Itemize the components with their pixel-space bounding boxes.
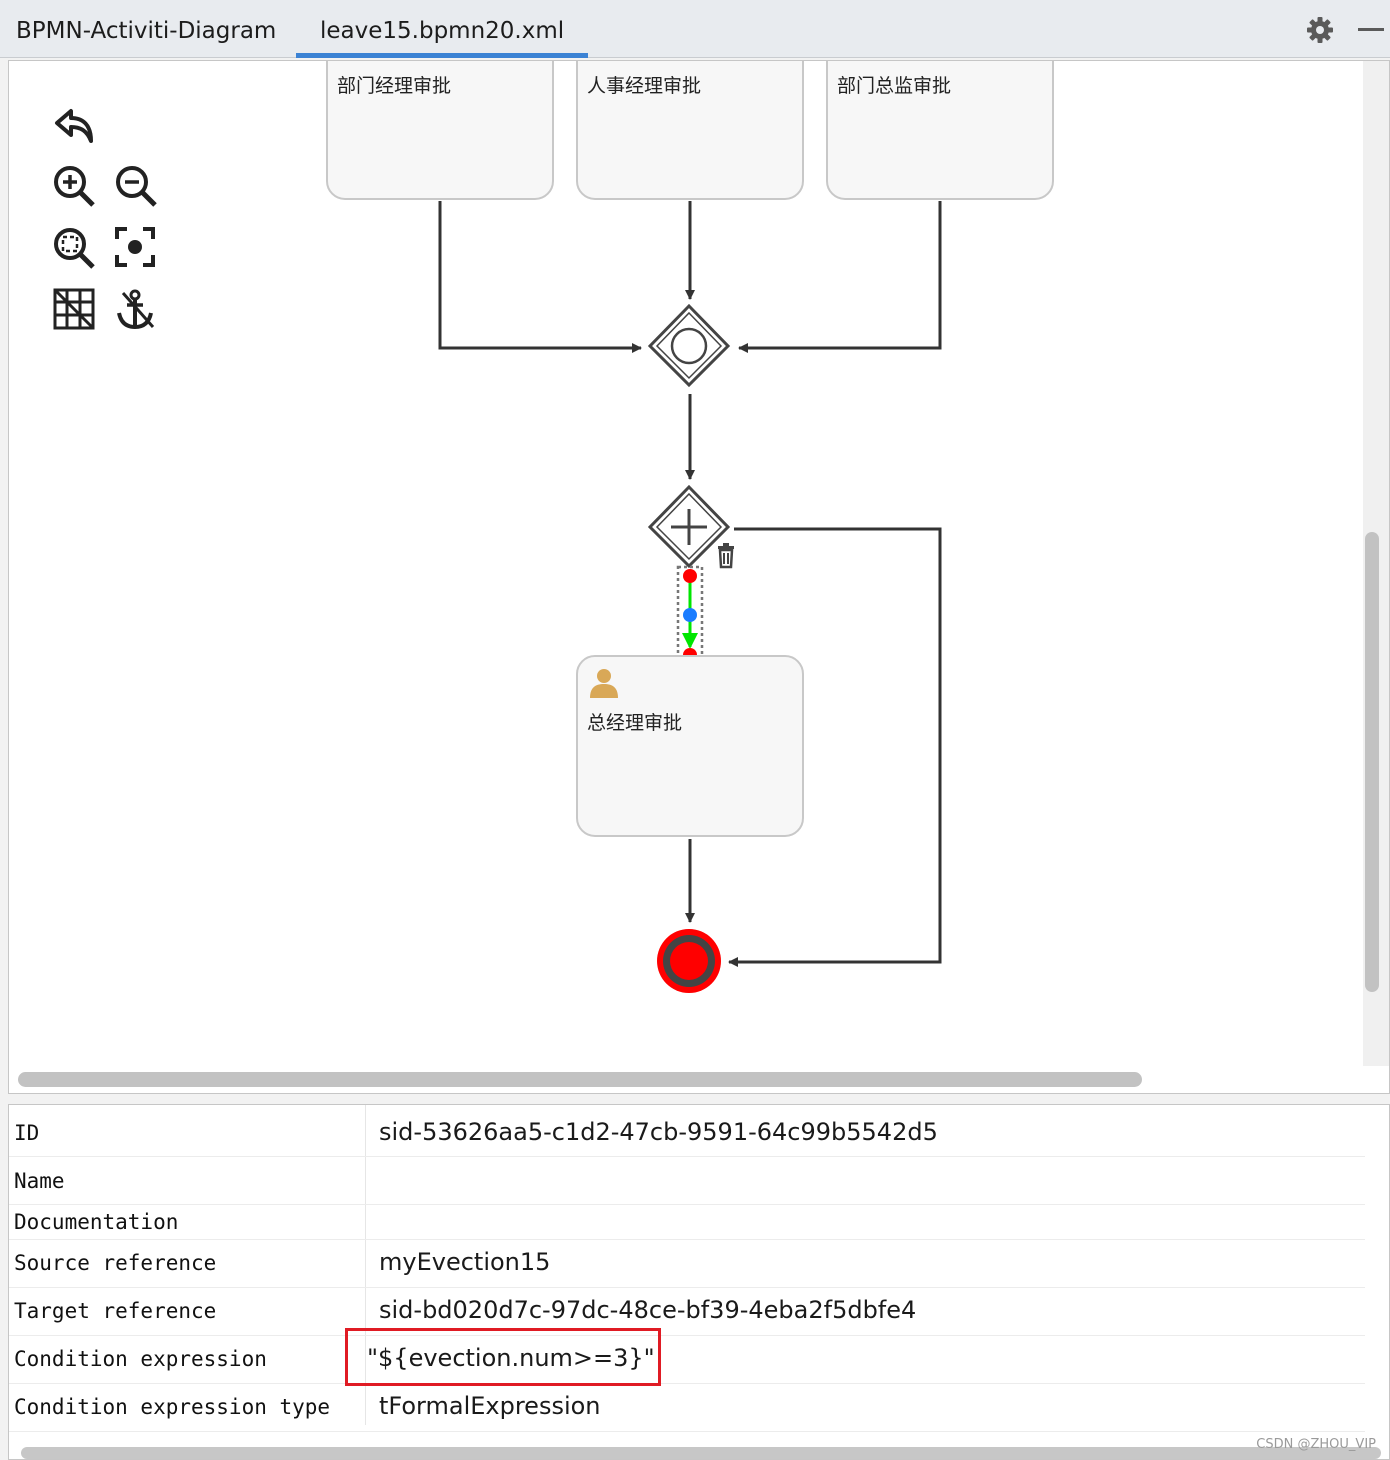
property-key: ID (14, 1121, 40, 1145)
watermark: CSDN @ZHOU_VIP (1256, 1437, 1376, 1452)
property-key: Condition expression (14, 1347, 267, 1371)
gear-icon[interactable] (1305, 15, 1335, 45)
property-key: Condition expression type (14, 1395, 331, 1419)
property-value[interactable]: tFormalExpression (379, 1392, 601, 1420)
flow-dept-director-to-gateway[interactable] (738, 201, 942, 353)
task-label: 部门总监审批 (837, 75, 951, 97)
property-row-source-reference[interactable]: Source reference myEvection15 (9, 1240, 1365, 1288)
property-key: Documentation (14, 1210, 179, 1234)
property-key: Name (14, 1169, 65, 1193)
minimize-icon[interactable] (1358, 28, 1384, 31)
parallel-gateway[interactable] (647, 484, 731, 569)
trash-icon[interactable] (718, 543, 734, 569)
properties-panel: ID sid-53626aa5-c1d2-47cb-9591-64c99b554… (8, 1104, 1390, 1460)
property-value[interactable]: sid-bd020d7c-97dc-48ce-bf39-4eba2f5dbfe4 (379, 1296, 916, 1324)
highlight-box (345, 1328, 661, 1386)
property-key: Target reference (14, 1299, 217, 1323)
property-value[interactable]: myEvection15 (379, 1248, 550, 1276)
horizontal-scrollbar[interactable] (18, 1072, 1142, 1087)
task-dept-manager[interactable]: 部门经理审批 (326, 61, 554, 200)
bpmn-diagram[interactable]: 部门经理审批 人事经理审批 部门总监审批 总经理审批 (9, 61, 1390, 1094)
property-row-condition-expression[interactable]: Condition expression "${evection.num>=3}… (9, 1336, 1365, 1384)
property-row-documentation[interactable]: Documentation (9, 1205, 1365, 1240)
property-row-condition-expression-type[interactable]: Condition expression type tFormalExpress… (9, 1384, 1365, 1432)
diagram-canvas[interactable]: 部门经理审批 人事经理审批 部门总监审批 总经理审批 (8, 60, 1390, 1094)
undo-icon[interactable] (55, 109, 93, 143)
task-dept-director[interactable]: 部门总监审批 (826, 61, 1054, 200)
zoom-out-icon[interactable] (116, 166, 157, 207)
task-general-manager[interactable]: 总经理审批 (576, 655, 804, 837)
grid-icon[interactable] (53, 288, 95, 330)
zoom-fit-icon[interactable] (54, 228, 95, 269)
inclusive-gateway[interactable] (647, 303, 731, 388)
property-row-id[interactable]: ID sid-53626aa5-c1d2-47cb-9591-64c99b554… (9, 1105, 1365, 1157)
tab-bar: BPMN-Activiti-Diagram leave15.bpmn20.xml (0, 0, 1390, 58)
tab-bpmn-activiti-diagram[interactable]: BPMN-Activiti-Diagram (16, 0, 276, 58)
property-value[interactable]: sid-53626aa5-c1d2-47cb-9591-64c99b5542d5 (379, 1118, 938, 1146)
tab-leave15-xml[interactable]: leave15.bpmn20.xml (296, 0, 589, 58)
task-hr-manager[interactable]: 人事经理审批 (576, 61, 804, 200)
task-label: 总经理审批 (587, 712, 682, 734)
zoom-in-icon[interactable] (54, 166, 95, 207)
task-label: 人事经理审批 (587, 75, 701, 97)
flow-handle-mid[interactable] (683, 608, 697, 622)
end-event[interactable] (657, 929, 721, 993)
task-label: 部门经理审批 (337, 75, 451, 97)
property-key: Source reference (14, 1251, 217, 1275)
zoom-actual-icon[interactable] (115, 227, 155, 267)
vertical-scrollbar[interactable] (1365, 532, 1379, 992)
property-row-target-reference[interactable]: Target reference sid-bd020d7c-97dc-48ce-… (9, 1288, 1365, 1336)
flow-dept-manager-to-gateway[interactable] (438, 201, 642, 353)
flow-handle-start[interactable] (683, 569, 697, 583)
anchor-icon[interactable] (117, 289, 155, 330)
properties-horizontal-scrollbar[interactable] (21, 1447, 1381, 1459)
selected-sequence-flow[interactable] (676, 565, 704, 666)
property-row-name[interactable]: Name (9, 1157, 1365, 1205)
